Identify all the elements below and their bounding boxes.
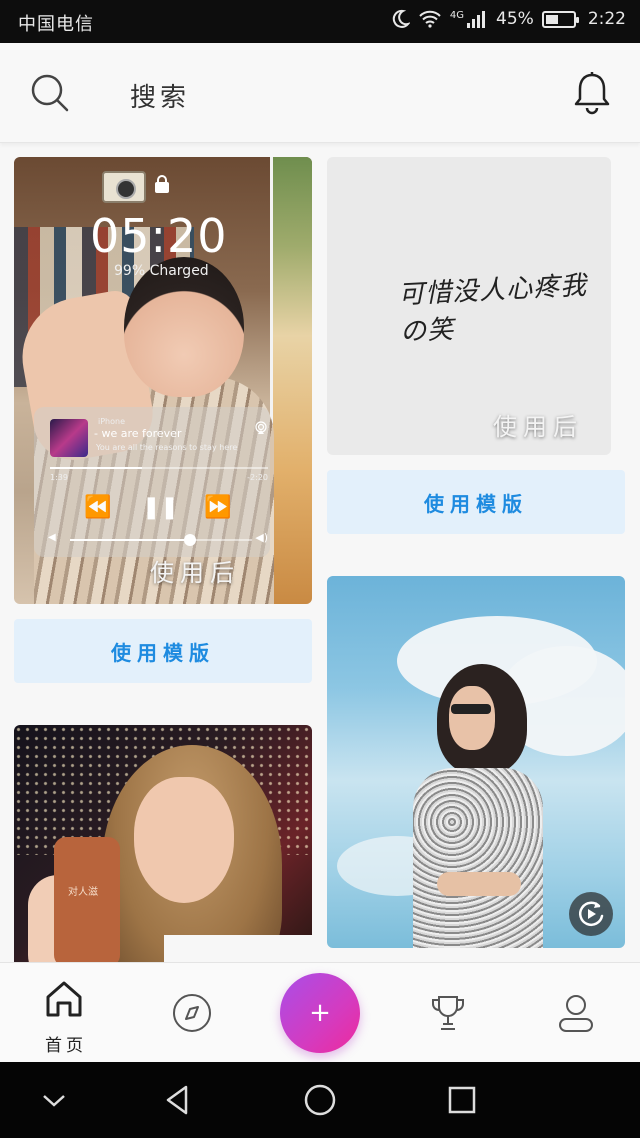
song-progress <box>50 467 268 469</box>
profile-icon[interactable] <box>554 991 598 1035</box>
moon-icon <box>392 9 410 28</box>
wifi-icon <box>419 10 441 28</box>
airplay-icon <box>255 421 267 434</box>
rewind-icon: ⏪ <box>84 495 112 520</box>
photo-waist <box>437 872 521 896</box>
bottom-tab-bar: 首页 + <box>0 962 640 1062</box>
lockscreen-time: 05:20 <box>90 209 228 263</box>
lock-icon <box>155 175 169 193</box>
trophy-icon[interactable] <box>426 991 470 1035</box>
lockscreen-charged: 99% Charged <box>114 263 209 279</box>
album-art <box>50 419 88 457</box>
home-circle-icon[interactable] <box>302 1082 338 1118</box>
volume-high-icon: ◀) <box>255 531 268 544</box>
status-indicators: 4G 45% 2:22 <box>390 9 626 29</box>
carrier-label: 中国电信 <box>18 14 94 35</box>
bell-icon[interactable] <box>572 71 612 115</box>
after-label: 使用后 <box>150 559 240 587</box>
battery-percent: 45% <box>496 9 534 29</box>
template-card-lockscreen[interactable]: 05:20 99% Charged iPhone - we are foreve… <box>14 157 312 604</box>
use-template-button[interactable]: 使用模版 <box>14 619 312 683</box>
camera-decoration <box>102 171 146 203</box>
system-nav-bar <box>0 1062 640 1138</box>
template-feed[interactable]: 05:20 99% Charged iPhone - we are foreve… <box>0 144 640 962</box>
player-device: iPhone <box>98 417 126 426</box>
pause-icon: ❚❚ <box>142 495 179 520</box>
remaining-time: -2:20 <box>247 473 268 482</box>
template-card-selfie[interactable]: 对人滋 <box>14 725 312 962</box>
song-subtitle: You are all the reasons to stay here <box>96 443 238 452</box>
network-type: 4G <box>449 9 465 21</box>
volume-low-icon: ◀ <box>48 532 56 543</box>
script-text: 可惜没人心疼我の笑 <box>397 270 588 348</box>
song-title: - we are forever <box>94 427 182 440</box>
phone-case: 对人滋 <box>54 837 120 962</box>
phone-case-text: 对人滋 <box>68 887 98 898</box>
clock: 2:22 <box>587 9 626 29</box>
volume-knob <box>184 534 197 546</box>
tab-home-label[interactable]: 首页 <box>45 1031 87 1056</box>
create-button[interactable]: + <box>280 973 360 1053</box>
sequin-top <box>413 768 543 948</box>
chevron-down-icon[interactable] <box>36 1082 72 1118</box>
song-progress-fill <box>50 467 142 469</box>
signal-icon <box>467 11 486 28</box>
battery-icon <box>541 10 579 28</box>
photo-face <box>134 777 234 903</box>
recents-icon[interactable] <box>444 1082 480 1118</box>
photo-face <box>449 686 495 750</box>
template-card-text-art[interactable]: 可惜没人心疼我の笑 使用后 <box>327 157 611 455</box>
fast-forward-icon: ⏩ <box>204 495 232 520</box>
template-card-sky[interactable] <box>327 576 625 948</box>
compass-icon[interactable] <box>170 991 214 1035</box>
plus-icon: + <box>309 998 331 1028</box>
home-icon[interactable] <box>42 977 86 1021</box>
sunglasses <box>451 704 491 714</box>
status-bar: 中国电信 4G 45% 2:22 <box>0 0 640 43</box>
volume-slider <box>70 534 252 546</box>
after-label: 使用后 <box>493 413 583 441</box>
photo-shirt <box>164 935 312 962</box>
elapsed-time: 1:39 <box>50 473 68 482</box>
use-template-button[interactable]: 使用模版 <box>327 470 625 534</box>
volume-fill <box>70 539 191 541</box>
search-icon[interactable] <box>30 73 70 113</box>
app-screen: 中国电信 4G 45% 2:22 搜索 05:20 99% Charged iP… <box>0 0 640 1138</box>
battery-fill <box>545 14 558 24</box>
back-icon[interactable] <box>160 1082 196 1118</box>
top-header: 搜索 <box>0 43 640 143</box>
music-player-widget: iPhone - we are forever You are all the … <box>34 407 270 557</box>
replay-icon[interactable] <box>569 892 613 936</box>
search-label[interactable]: 搜索 <box>130 77 190 114</box>
preview-split-strip <box>270 157 312 604</box>
